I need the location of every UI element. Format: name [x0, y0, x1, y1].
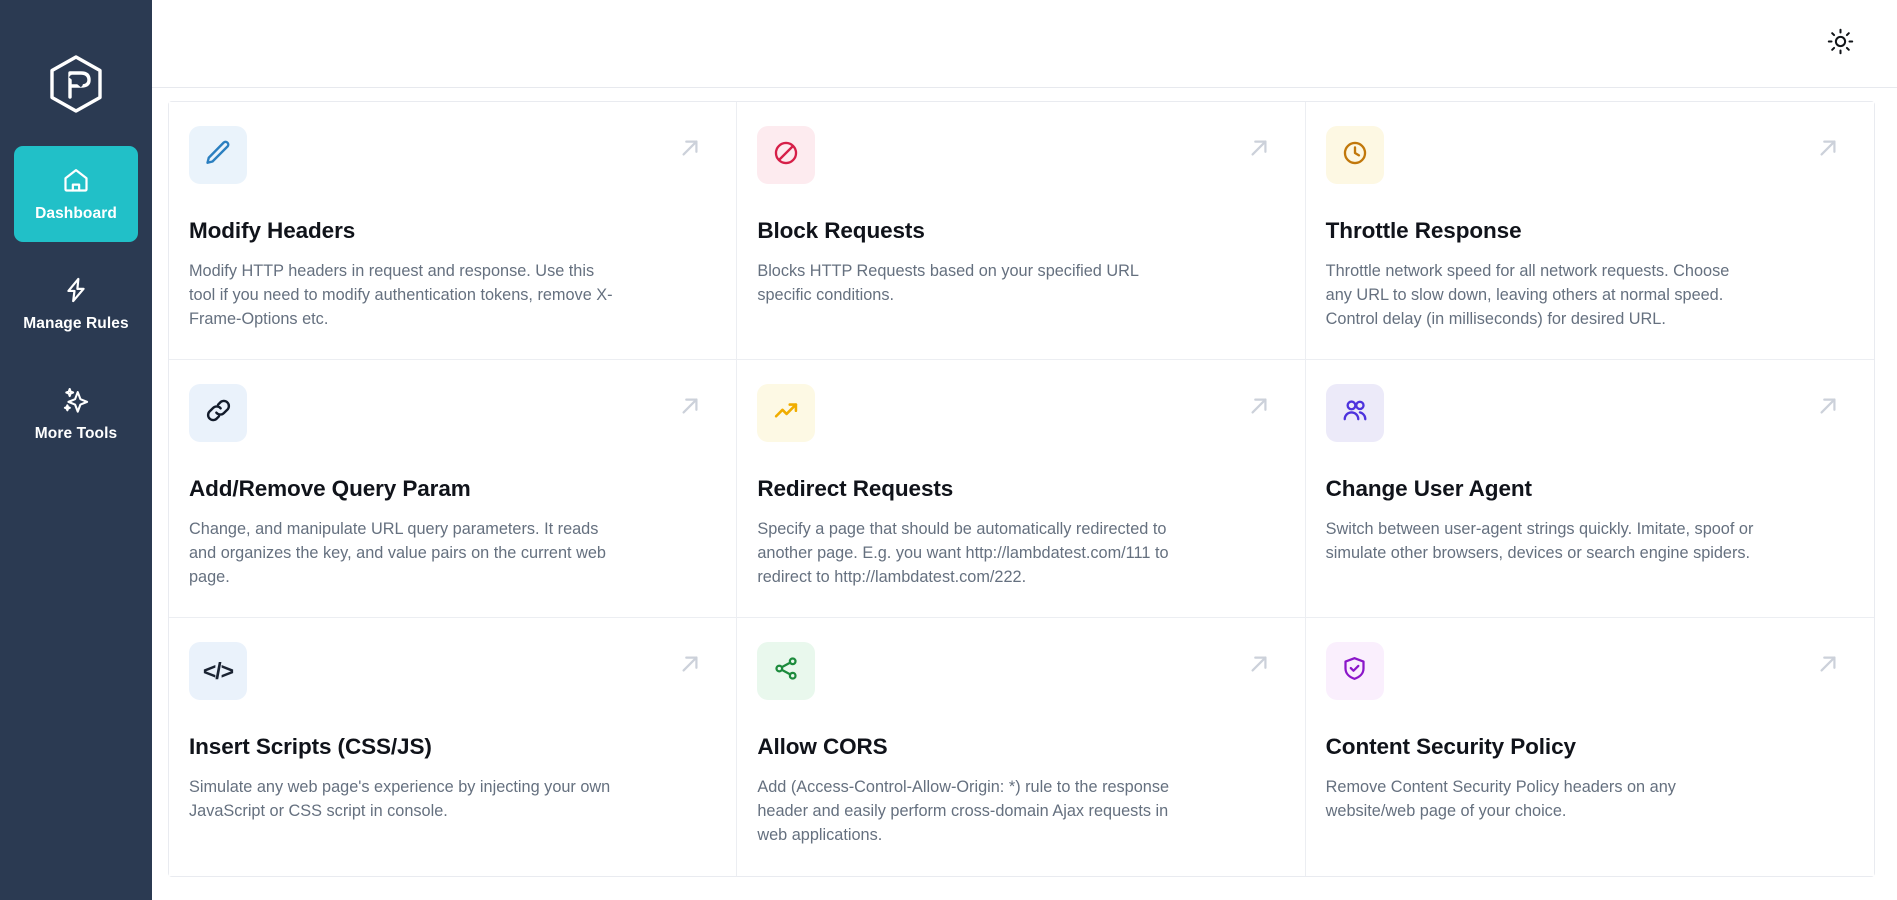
card-title: Throttle Response: [1326, 218, 1844, 244]
sidebar-item-more-tools[interactable]: More Tools: [14, 366, 138, 462]
tool-card-allow-cors[interactable]: Allow CORS Add (Access-Control-Allow-Ori…: [737, 618, 1305, 876]
pencil-icon: [203, 138, 233, 173]
tools-content: Modify Headers Modify HTTP headers in re…: [152, 88, 1897, 900]
sidebar-item-dashboard[interactable]: Dashboard: [14, 146, 138, 242]
sparkle-icon: [61, 385, 91, 415]
lambdatest-hexagon-logo-icon: [48, 54, 104, 116]
arrow-up-right-icon: [1245, 392, 1273, 420]
sun-icon: [1827, 28, 1854, 60]
block-icon: [772, 139, 800, 172]
card-icon-badge: [1326, 126, 1384, 184]
card-description: Remove Content Security Policy headers o…: [1326, 775, 1756, 823]
main-area: Modify Headers Modify HTTP headers in re…: [152, 0, 1897, 900]
card-description: Change, and manipulate URL query paramet…: [189, 517, 619, 589]
tool-card-change-user-agent[interactable]: Change User Agent Switch between user-ag…: [1306, 360, 1874, 618]
tool-card-block-requests[interactable]: Block Requests Blocks HTTP Requests base…: [737, 102, 1305, 360]
card-title: Redirect Requests: [757, 476, 1274, 502]
card-title: Add/Remove Query Param: [189, 476, 706, 502]
tool-card-throttle-response[interactable]: Throttle Response Throttle network speed…: [1306, 102, 1874, 360]
sidebar-item-label: Dashboard: [35, 205, 117, 223]
card-description: Throttle network speed for all network r…: [1326, 259, 1756, 331]
arrow-up-right-icon: [676, 650, 704, 678]
card-title: Block Requests: [757, 218, 1274, 244]
tool-card-modify-headers[interactable]: Modify Headers Modify HTTP headers in re…: [169, 102, 737, 360]
arrow-up-right-icon: [1245, 134, 1273, 162]
card-icon-badge: [1326, 384, 1384, 442]
card-icon-badge: [757, 126, 815, 184]
sidebar-nav: Dashboard Manage Rules: [0, 146, 152, 476]
arrow-up-right-icon: [676, 392, 704, 420]
card-title: Content Security Policy: [1326, 734, 1844, 760]
card-icon-badge: [189, 384, 247, 442]
card-description: Add (Access-Control-Allow-Origin: *) rul…: [757, 775, 1187, 847]
card-icon-badge: [757, 642, 815, 700]
tool-card-redirect-requests[interactable]: Redirect Requests Specify a page that sh…: [737, 360, 1305, 618]
users-icon: [1341, 397, 1369, 430]
theme-toggle-button[interactable]: [1821, 25, 1859, 63]
card-icon-badge: [189, 126, 247, 184]
card-description: Switch between user-agent strings quickl…: [1326, 517, 1756, 565]
card-icon-badge: [757, 384, 815, 442]
code-icon: </>: [203, 658, 233, 685]
sidebar-item-label: Manage Rules: [23, 315, 128, 333]
sidebar: Dashboard Manage Rules: [0, 0, 152, 900]
home-icon: [61, 165, 91, 195]
tools-grid: Modify Headers Modify HTTP headers in re…: [168, 101, 1875, 877]
arrow-up-right-icon: [1814, 392, 1842, 420]
tool-card-content-security-policy[interactable]: Content Security Policy Remove Content S…: [1306, 618, 1874, 876]
app-logo[interactable]: [0, 30, 152, 140]
card-description: Blocks HTTP Requests based on your speci…: [757, 259, 1187, 307]
sidebar-item-manage-rules[interactable]: Manage Rules: [14, 256, 138, 352]
bolt-icon: [61, 275, 91, 305]
card-description: Modify HTTP headers in request and respo…: [189, 259, 619, 331]
share-network-icon: [773, 655, 800, 687]
clock-icon: [1341, 139, 1369, 172]
card-title: Change User Agent: [1326, 476, 1844, 502]
arrow-up-right-icon: [1814, 134, 1842, 162]
link-icon: [204, 396, 233, 430]
card-description: Simulate any web page's experience by in…: [189, 775, 619, 823]
app-root: Dashboard Manage Rules: [0, 0, 1897, 900]
sidebar-item-label: More Tools: [35, 425, 118, 443]
arrow-up-right-icon: [676, 134, 704, 162]
tool-card-insert-scripts[interactable]: </> Insert Scripts (CSS/JS) Simulate any…: [169, 618, 737, 876]
arrow-up-right-icon: [1245, 650, 1273, 678]
card-description: Specify a page that should be automatica…: [757, 517, 1187, 589]
card-icon-badge: </>: [189, 642, 247, 700]
arrow-up-right-icon: [1814, 650, 1842, 678]
shield-check-icon: [1341, 655, 1368, 687]
card-icon-badge: [1326, 642, 1384, 700]
top-bar: [152, 0, 1897, 88]
card-title: Modify Headers: [189, 218, 706, 244]
tool-card-add-remove-query-param[interactable]: Add/Remove Query Param Change, and manip…: [169, 360, 737, 618]
card-title: Insert Scripts (CSS/JS): [189, 734, 706, 760]
card-title: Allow CORS: [757, 734, 1274, 760]
trending-up-icon: [772, 397, 800, 430]
